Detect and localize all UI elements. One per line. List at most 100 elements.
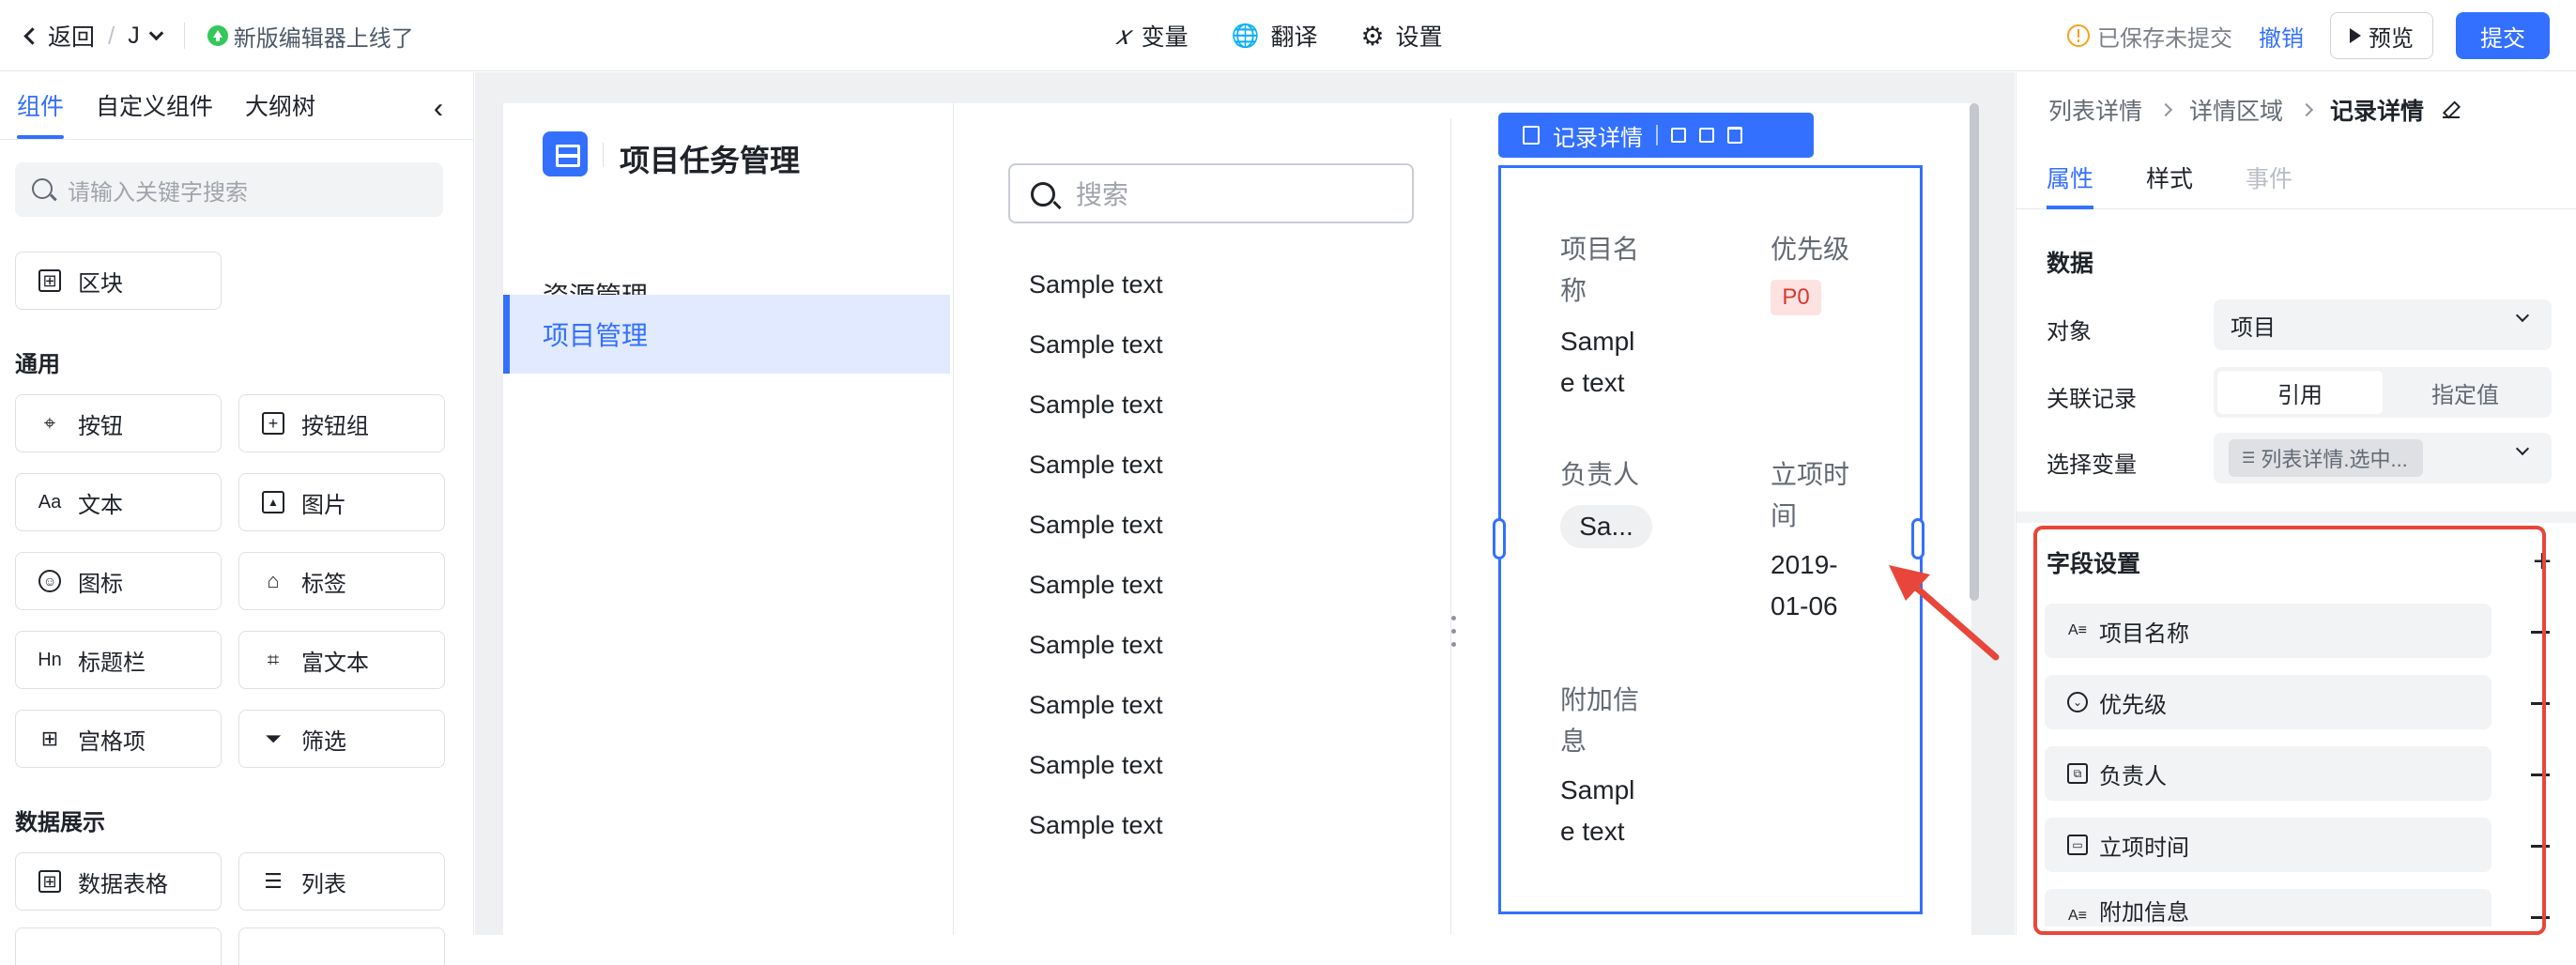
list-item[interactable]: Sample text xyxy=(1029,391,1163,420)
settings-button[interactable]: ⚙ 设置 xyxy=(1361,19,1443,53)
breadcrumb-current: 记录详情 xyxy=(2330,99,2425,125)
field-value-start-date: 2019- xyxy=(1771,550,1838,579)
variables-button[interactable]: 𝑥 变量 xyxy=(1115,19,1188,53)
top-bar-left: 返回 / J 新版编辑器上线了 xyxy=(23,0,414,71)
copy-icon[interactable] xyxy=(1671,128,1686,143)
field-label-project-name: 项目名 xyxy=(1560,235,1640,264)
component-search-input[interactable]: 请输入关键字搜索 xyxy=(15,162,443,217)
divider: / xyxy=(108,21,115,50)
list-search-input[interactable]: 搜索 xyxy=(1008,163,1414,223)
chevron-down-icon xyxy=(2515,441,2530,456)
play-icon xyxy=(2350,28,2361,43)
list-item[interactable]: Sample text xyxy=(1029,270,1163,299)
grid-icon: ⊞ xyxy=(38,269,61,292)
component-label: 图标 xyxy=(78,571,123,597)
list-item[interactable]: Sample text xyxy=(1029,511,1163,540)
field-value-extra-info: Sampl xyxy=(1560,775,1635,804)
component-button[interactable]: ⌖ 按钮 xyxy=(15,394,222,452)
submit-button[interactable]: 提交 xyxy=(2456,12,2550,59)
canvas-scrollbar[interactable] xyxy=(1970,103,1979,601)
list-item[interactable]: Sample text xyxy=(1029,691,1163,720)
save-status: 已保存未提交 xyxy=(2067,20,2232,53)
variable-icon: ☰ xyxy=(2242,451,2256,467)
edit-icon[interactable] xyxy=(2443,101,2461,118)
field-label-start-date: 立项时 xyxy=(1771,460,1850,489)
list-item[interactable]: Sample text xyxy=(1029,811,1163,840)
object-select[interactable]: 项目 xyxy=(2214,299,2552,350)
component-icon[interactable]: ☺ 图标 xyxy=(15,552,222,610)
component-list[interactable]: ☰ 列表 xyxy=(238,852,445,911)
cursor-click-icon: ⌖ xyxy=(43,411,56,435)
list-item[interactable]: Sample text xyxy=(1029,751,1163,780)
resize-handle-left[interactable] xyxy=(1493,518,1506,559)
list-item[interactable]: Sample text xyxy=(1029,631,1163,660)
translate-label: 翻译 xyxy=(1270,24,1318,51)
preview-label: 预览 xyxy=(2369,25,2414,52)
variable-label: 选择变量 xyxy=(2047,452,2137,478)
resize-drag-handle[interactable] xyxy=(1451,616,1459,653)
breadcrumb-item[interactable]: 详情区域 xyxy=(2189,93,2283,127)
tab-outline-tree[interactable]: 大纲树 xyxy=(245,88,315,139)
tag-icon: ⌂ xyxy=(267,569,280,592)
component-title-bar[interactable]: Hn 标题栏 xyxy=(15,631,222,689)
nav-item-project-management[interactable]: 项目管理 xyxy=(503,295,950,374)
app-name: J xyxy=(128,22,140,49)
chevron-right-icon xyxy=(2299,102,2314,117)
component-rich-text[interactable]: ⌗ 富文本 xyxy=(238,631,445,689)
tab-properties[interactable]: 属性 xyxy=(2047,147,2094,209)
trash-icon[interactable] xyxy=(1727,127,1742,144)
new-editor-notice[interactable]: 新版编辑器上线了 xyxy=(207,20,414,53)
field-label-project-name: 称 xyxy=(1560,276,1587,305)
component-partial[interactable] xyxy=(15,927,222,965)
chevron-down-icon xyxy=(2515,308,2530,323)
app-switcher[interactable]: J xyxy=(128,22,164,50)
component-image[interactable]: ▲ 图片 xyxy=(238,473,445,531)
component-partial[interactable] xyxy=(238,927,445,965)
component-grid-item[interactable]: ⊞ 宫格项 xyxy=(15,710,222,768)
relation-option-specified[interactable]: 指定值 xyxy=(2383,371,2548,414)
component-label: 区块 xyxy=(78,270,123,297)
preview-button[interactable]: 预览 xyxy=(2330,12,2433,59)
record-detail-toolbar: 记录详情 xyxy=(1498,113,1814,158)
globe-icon: 🌐 xyxy=(1231,23,1260,49)
breadcrumb-item[interactable]: 列表详情 xyxy=(2048,93,2142,127)
variable-chip: ☰ 列表详情.选中... xyxy=(2229,439,2423,477)
toolbar-label: 记录详情 xyxy=(1553,125,1643,151)
relation-label: 关联记录 xyxy=(2047,387,2137,412)
undo-button[interactable]: 撤销 xyxy=(2259,20,2304,53)
duplicate-icon[interactable] xyxy=(1699,128,1714,143)
notice-text: 新版编辑器上线了 xyxy=(233,25,414,52)
list-panel: 搜索 Sample text Sample text Sample text S… xyxy=(971,118,1451,935)
tab-components[interactable]: 组件 xyxy=(17,88,65,139)
breadcrumb: 列表详情 详情区域 记录详情 xyxy=(2048,93,2461,127)
component-tag[interactable]: ⌂ 标签 xyxy=(238,552,445,610)
app-title: 项目任务管理 xyxy=(620,144,801,177)
component-label: 按钮组 xyxy=(301,413,369,439)
component-block[interactable]: ⊞ 区块 xyxy=(15,252,222,310)
list-item[interactable]: Sample text xyxy=(1029,330,1163,360)
tab-style[interactable]: 样式 xyxy=(2146,147,2193,209)
top-bar-center: 𝑥 变量 🌐 翻译 ⚙ 设置 xyxy=(1115,0,1443,71)
chevron-left-icon xyxy=(23,26,41,45)
tab-events[interactable]: 事件 xyxy=(2246,147,2292,209)
component-text[interactable]: Aa 文本 xyxy=(15,473,222,531)
list-icon: ☰ xyxy=(264,869,283,893)
resize-handle-right[interactable] xyxy=(1911,518,1924,559)
dot xyxy=(1451,616,1456,620)
component-button-group[interactable]: + 按钮组 xyxy=(238,394,445,452)
component-filter[interactable]: ⏷ 筛选 xyxy=(238,710,445,768)
list-item[interactable]: Sample text xyxy=(1029,571,1163,600)
translate-button[interactable]: 🌐 翻译 xyxy=(1232,19,1318,53)
top-bar-right: 已保存未提交 撤销 预览 提交 xyxy=(2067,0,2550,71)
layers-icon xyxy=(554,143,576,165)
component-data-table[interactable]: ⊞ 数据表格 xyxy=(15,852,222,911)
component-label: 文本 xyxy=(78,492,123,518)
dot xyxy=(1451,629,1456,634)
relation-option-reference[interactable]: 引用 xyxy=(2217,371,2383,414)
tab-custom-components[interactable]: 自定义组件 xyxy=(96,88,213,139)
relation-segmented-control: 引用 指定值 xyxy=(2214,367,2552,418)
component-label: 图片 xyxy=(301,492,346,518)
list-item[interactable]: Sample text xyxy=(1029,451,1163,480)
back-button[interactable]: 返回 xyxy=(23,19,95,53)
variable-select[interactable]: ☰ 列表详情.选中... xyxy=(2214,433,2552,483)
